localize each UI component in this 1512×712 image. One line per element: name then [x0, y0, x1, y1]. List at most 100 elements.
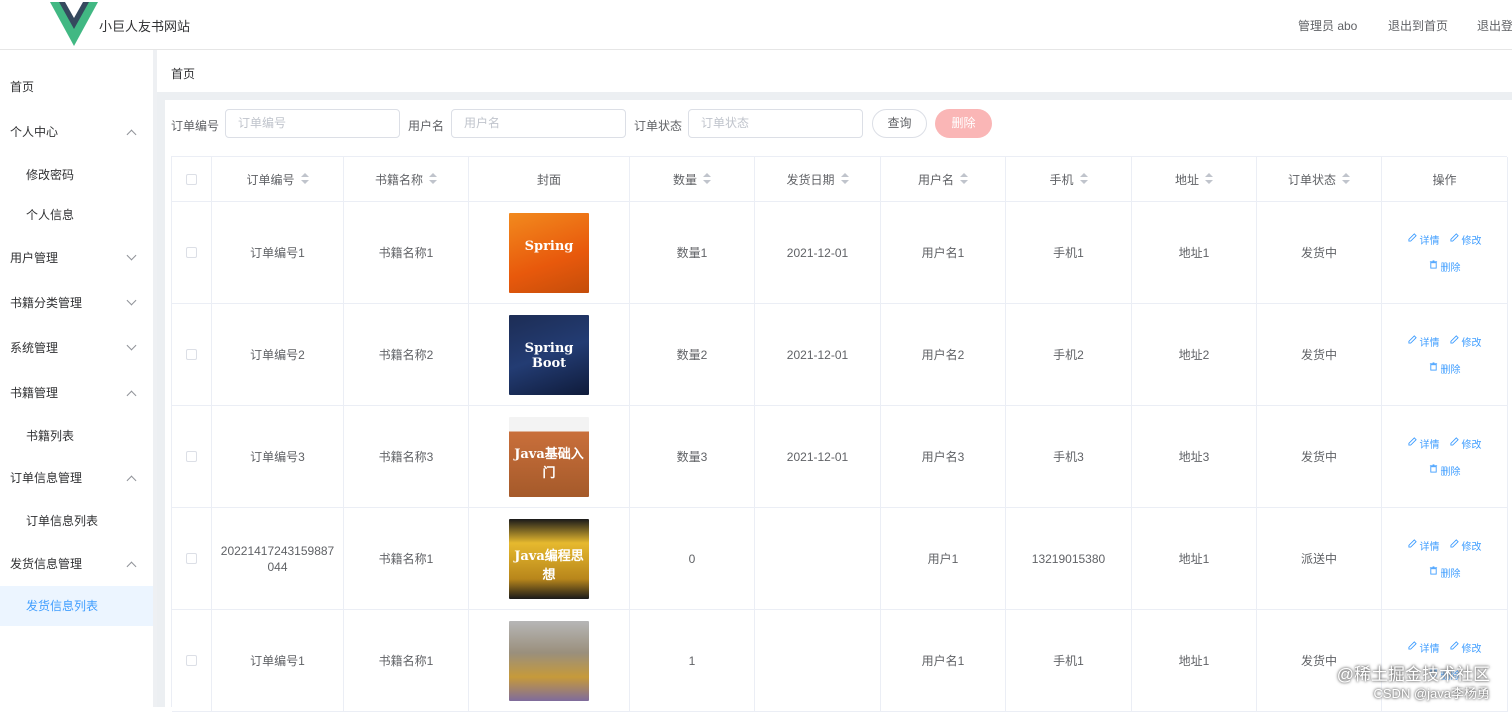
sidebar-item[interactable]: 首页 — [0, 67, 153, 107]
detail-link[interactable]: 详情 — [1407, 232, 1440, 247]
column-header-label: 发货日期 — [786, 172, 835, 187]
username-input[interactable]: 用户名 — [451, 109, 626, 138]
table-cell: 订单编号1 — [212, 610, 344, 712]
column-header[interactable]: 手机 — [1006, 157, 1132, 202]
status-label: 订单状态 — [634, 119, 683, 133]
sidebar-item[interactable]: 用户管理 — [0, 238, 153, 278]
sidebar-item-label: 首页 — [10, 80, 35, 94]
watermark-line1: @稀土掘金技术社区 — [1336, 665, 1490, 684]
cell-addr: 地址1 — [1178, 551, 1210, 566]
row-checkbox[interactable] — [186, 553, 197, 564]
content-gutter — [157, 100, 165, 707]
edit-link[interactable]: 修改 — [1449, 538, 1482, 553]
cell-book: 书籍名称3 — [378, 449, 434, 464]
sort-caret-icon[interactable] — [1205, 173, 1213, 185]
column-header[interactable]: 数量 — [630, 157, 755, 202]
chevron-up-icon — [126, 390, 137, 401]
row-checkbox[interactable] — [186, 247, 197, 258]
table-cell: 用户名1 — [881, 202, 1006, 304]
table-cell: 订单编号1 — [212, 202, 344, 304]
table-cell: 手机3 — [1006, 406, 1132, 508]
logout-link[interactable]: 退出登 — [1477, 17, 1512, 34]
table-cell: 用户1 — [881, 508, 1006, 610]
sidebar-item[interactable]: 个人信息 — [0, 195, 153, 235]
delete-link[interactable]: 删除 — [1429, 463, 1461, 478]
row-checkbox[interactable] — [186, 655, 197, 666]
edit-label: 修改 — [1461, 541, 1482, 553]
table-cell: 地址1 — [1132, 202, 1257, 304]
chevron-up-icon — [126, 129, 137, 140]
sort-caret-icon[interactable] — [960, 173, 968, 185]
query-button[interactable]: 查询 — [872, 109, 927, 138]
column-header[interactable]: 订单状态 — [1257, 157, 1382, 202]
sort-caret-icon[interactable] — [300, 173, 309, 185]
delete-link[interactable]: 删除 — [1429, 565, 1461, 580]
cell-date: 2021-12-01 — [786, 245, 849, 260]
cell-addr: 地址3 — [1178, 449, 1210, 464]
sidebar-item[interactable]: 订单信息管理 — [0, 458, 153, 498]
order-no-input[interactable]: 订单编号 — [225, 109, 400, 138]
book-cover-image: Spring — [509, 212, 589, 293]
detail-link[interactable]: 详情 — [1407, 436, 1440, 451]
sort-caret-icon[interactable] — [840, 173, 849, 185]
edit-icon — [1449, 335, 1459, 347]
column-header[interactable]: 书籍名称 — [344, 157, 469, 202]
sort-caret-icon[interactable] — [1342, 173, 1350, 185]
sort-caret-icon[interactable] — [703, 173, 711, 185]
row-checkbox[interactable] — [186, 349, 197, 360]
trash-icon — [1429, 260, 1438, 272]
row-checkbox[interactable] — [186, 451, 197, 462]
sidebar-item[interactable]: 书籍分类管理 — [0, 283, 153, 323]
sidebar-item-label: 书籍分类管理 — [10, 296, 83, 310]
breadcrumb[interactable]: 首页 — [171, 65, 195, 82]
table-cell — [755, 508, 881, 610]
sidebar-item[interactable]: 发货信息管理 — [0, 544, 153, 584]
edit-link[interactable]: 修改 — [1449, 232, 1482, 247]
delete-link[interactable]: 删除 — [1429, 361, 1461, 376]
detail-label: 详情 — [1419, 337, 1440, 349]
detail-link[interactable]: 详情 — [1407, 538, 1440, 553]
column-header[interactable]: 地址 — [1132, 157, 1257, 202]
table-cell: 2021-12-01 — [755, 304, 881, 406]
status-input[interactable]: 订单状态 — [688, 109, 863, 138]
select-all-checkbox[interactable] — [186, 173, 197, 185]
column-header[interactable]: 用户名 — [881, 157, 1006, 202]
sort-caret-icon[interactable] — [1079, 173, 1088, 185]
sort-caret-icon[interactable] — [429, 173, 437, 185]
delete-link[interactable]: 删除 — [1429, 259, 1461, 274]
table-cell: 20221417243159887044 — [212, 508, 344, 610]
cell-addr: 地址1 — [1178, 653, 1210, 668]
column-header[interactable]: 发货日期 — [755, 157, 881, 202]
table-cell: Spring Boot — [469, 304, 630, 406]
sidebar-item[interactable]: 订单信息列表 — [0, 501, 153, 541]
cell-user: 用户名1 — [921, 245, 965, 260]
detail-link[interactable]: 详情 — [1407, 640, 1440, 655]
delete-button[interactable]: 删除 — [935, 109, 992, 138]
sidebar-item[interactable]: 个人中心 — [0, 112, 153, 152]
top-header: 小巨人友书网站 管理员 abo 退出到首页 退出登 — [0, 0, 1512, 50]
book-cover-image — [509, 620, 589, 701]
edit-link[interactable]: 修改 — [1449, 640, 1482, 655]
cell-qty: 1 — [688, 653, 696, 668]
column-header[interactable]: 订单编号 — [212, 157, 344, 202]
row-select-cell — [172, 202, 212, 304]
sidebar-item[interactable]: 修改密码 — [0, 155, 153, 195]
back-home-link[interactable]: 退出到首页 — [1388, 17, 1448, 34]
cell-book: 书籍名称1 — [378, 245, 434, 260]
table-cell: 书籍名称1 — [344, 610, 469, 712]
edit-icon — [1407, 539, 1417, 551]
sidebar-item[interactable]: 书籍列表 — [0, 416, 153, 456]
edit-icon — [1449, 437, 1459, 449]
detail-link[interactable]: 详情 — [1407, 334, 1440, 349]
cell-date: 2021-12-01 — [786, 449, 849, 464]
sidebar-item[interactable]: 书籍管理 — [0, 373, 153, 413]
cell-order-no: 20221417243159887044 — [220, 543, 335, 574]
sidebar-item[interactable]: 系统管理 — [0, 328, 153, 368]
edit-link[interactable]: 修改 — [1449, 334, 1482, 349]
sidebar-item-label: 系统管理 — [10, 341, 59, 355]
edit-link[interactable]: 修改 — [1449, 436, 1482, 451]
sidebar-item[interactable]: 发货信息列表 — [0, 586, 153, 626]
trash-icon — [1429, 566, 1438, 578]
cell-qty: 数量2 — [676, 347, 708, 362]
row-select-cell — [172, 610, 212, 712]
